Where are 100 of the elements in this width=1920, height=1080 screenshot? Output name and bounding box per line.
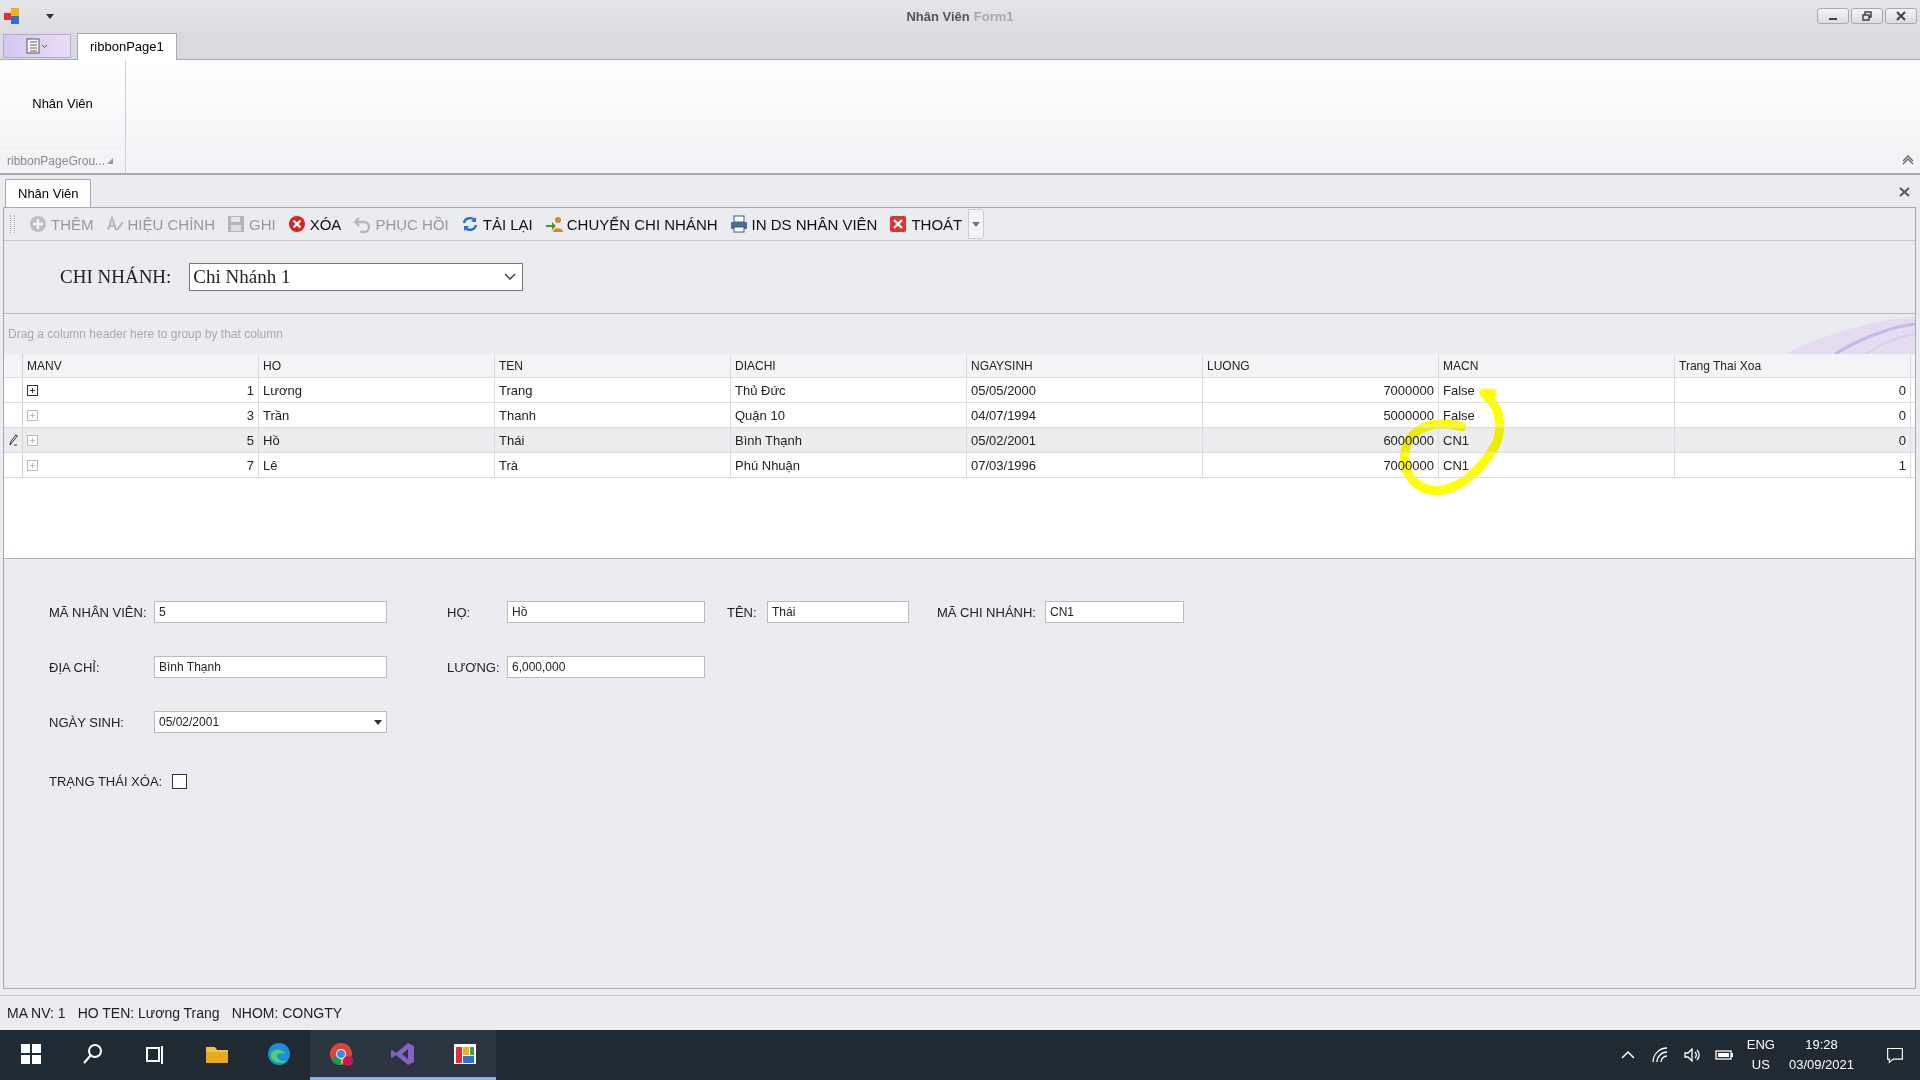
browser-icon (328, 1040, 354, 1067)
table-cell: CN1 (1439, 453, 1675, 477)
toolbar-button[interactable]: IN DS NHÂN VIÊN (723, 210, 884, 238)
table-cell: 0 (1675, 378, 1911, 402)
undo-icon (353, 215, 372, 233)
table-cell: Thủ Đức (731, 378, 967, 402)
table-cell: 1 (1675, 453, 1911, 477)
taskbar-button[interactable] (434, 1030, 496, 1080)
input-field[interactable]: CN1 (1045, 601, 1184, 623)
language-indicator[interactable]: ENG (1746, 1035, 1775, 1055)
table-cell: Trang (495, 378, 731, 402)
branch-dropdown[interactable]: Chi Nhánh 1 (189, 263, 524, 291)
restore-icon (1862, 10, 1872, 21)
table-cell: Thanh (495, 403, 731, 427)
code-editor-icon (390, 1040, 416, 1067)
app-icon[interactable] (3, 6, 21, 25)
column-header[interactable]: TEN (495, 354, 731, 377)
ribbon-tab[interactable]: ribbonPage1 (77, 32, 177, 60)
input-field[interactable]: 6,000,000 (507, 656, 705, 678)
field-label: LƯƠNG: (447, 659, 501, 675)
field-label: TÊN: (727, 604, 758, 620)
expand-icon[interactable] (27, 384, 38, 396)
taskbar-button[interactable] (310, 1030, 372, 1080)
clock-date[interactable]: 03/09/2021 (1788, 1055, 1854, 1075)
table-cell: False (1439, 378, 1675, 402)
branch-label: CHI NHÁNH: (60, 266, 172, 288)
field-label: ĐỊA CHỈ: (49, 659, 101, 675)
close-button[interactable] (1885, 7, 1917, 24)
table-cell: Quận 10 (731, 403, 967, 427)
column-header[interactable]: Trang Thai Xoa (1675, 354, 1911, 377)
column-header[interactable]: LUONG (1203, 354, 1439, 377)
toolbar-grip[interactable] (10, 215, 15, 233)
table-cell: False (1439, 403, 1675, 427)
minimize-button[interactable] (1817, 7, 1849, 24)
table-cell: Phú Nhuận (731, 453, 967, 477)
column-header[interactable]: NGAYSINH (967, 354, 1203, 377)
toolbar-button[interactable]: CHUYỂN CHI NHÁNH (538, 210, 724, 238)
language-indicator[interactable]: US (1751, 1055, 1770, 1075)
dropdown-arrow-icon (374, 719, 382, 725)
clock-time[interactable]: 19:28 (1805, 1035, 1838, 1055)
toolbar-button[interactable]: TẢI LẠI (454, 210, 539, 238)
toolbar-button[interactable]: THOÁT (883, 210, 969, 238)
plus-icon (29, 215, 47, 233)
field-label: NGÀY SINH: (49, 714, 125, 730)
table-cell: 0 (1675, 403, 1911, 427)
table-cell: 5000000 (1203, 403, 1439, 427)
column-header[interactable]: DIACHI (731, 354, 967, 377)
table-cell: 07/03/1996 (967, 453, 1203, 477)
table-cell: 7 (23, 453, 259, 477)
table-cell: 0 (1675, 428, 1911, 452)
checkbox[interactable] (172, 774, 188, 789)
dropdown-arrow-icon (972, 221, 981, 227)
field-label: MÃ CHI NHÁNH: (937, 604, 1037, 620)
application-menu-button[interactable] (3, 33, 71, 58)
volume-icon[interactable] (1682, 1046, 1701, 1064)
close-icon[interactable] (1899, 187, 1910, 198)
delete-icon (287, 215, 306, 233)
close-icon (1896, 10, 1906, 21)
toolbar-button[interactable]: XÓA (281, 210, 348, 238)
window-subtitle: Form1 (973, 8, 1014, 24)
input-field[interactable]: Bình Thạnh (154, 656, 387, 678)
table-cell: Trần (259, 403, 495, 427)
table-cell: Trà (495, 453, 731, 477)
table-cell: Hồ (259, 428, 495, 452)
notification-icon[interactable] (1886, 1046, 1904, 1064)
restore-button[interactable] (1851, 7, 1883, 24)
group-launcher-icon[interactable] (107, 158, 114, 165)
status-text: HO TEN: Lương Trang (77, 1005, 220, 1022)
chevron-down-icon (504, 273, 517, 281)
table-cell: Lương (259, 378, 495, 402)
ribbon-button[interactable]: Nhân Viên (0, 59, 125, 149)
status-text: MA NV: 1 (7, 1005, 66, 1022)
window-title: Nhân Viên (906, 8, 970, 24)
table-cell: 05/02/2001 (967, 428, 1203, 452)
column-header[interactable]: MACN (1439, 354, 1675, 377)
table-cell: CN1 (1439, 428, 1675, 452)
input-field[interactable]: 5 (154, 601, 387, 623)
table-cell: 5 (23, 428, 259, 452)
refresh-icon (460, 215, 479, 233)
minimize-icon (1829, 17, 1837, 20)
table-cell: 04/07/1994 (967, 403, 1203, 427)
column-header[interactable]: MANV (23, 354, 259, 377)
toolbar-overflow-button[interactable] (968, 209, 985, 239)
dropdown-arrow-icon[interactable] (45, 11, 55, 20)
table-cell: Bình Thạnh (731, 428, 967, 452)
input-field[interactable]: Hồ (507, 601, 705, 623)
input-field[interactable]: Thái (767, 601, 909, 623)
close-icon (889, 215, 908, 233)
date-picker[interactable]: 05/02/2001 (154, 711, 387, 733)
document-tab[interactable]: Nhân Viên (5, 179, 92, 207)
network-icon[interactable] (1650, 1046, 1669, 1064)
field-label: HỌ: (447, 604, 472, 620)
table-cell: Thái (495, 428, 731, 452)
column-header[interactable]: HO (259, 354, 495, 377)
table-cell: 7000000 (1203, 378, 1439, 402)
collapse-ribbon-icon[interactable] (1902, 155, 1914, 166)
text-edit-icon (105, 215, 124, 233)
table-cell: 1 (23, 378, 259, 402)
table-cell: 3 (23, 403, 259, 427)
people-transfer-icon (544, 215, 563, 233)
